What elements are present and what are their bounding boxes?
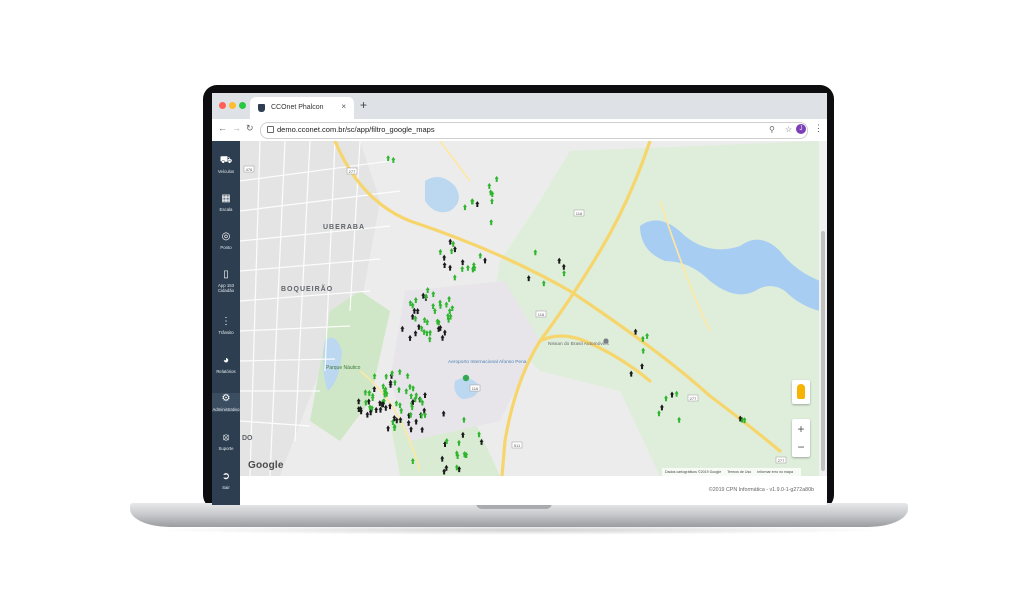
google-map[interactable]: 476 277 116 116 116 277 511 277 UBERABA … [240, 141, 820, 476]
terms-of-use-link[interactable]: Termos de Uso [727, 470, 751, 474]
lock-icon [267, 126, 274, 133]
close-window-button[interactable] [219, 102, 226, 109]
sidebar-item-administrativo[interactable]: ⚙ Administrativo [212, 393, 240, 412]
map-canvas[interactable]: 476 277 116 116 116 277 511 277 UBERABA … [240, 141, 820, 476]
calendar-icon: ▦ [221, 193, 231, 204]
sign-out-icon: ➲ [221, 471, 231, 482]
road-shield-label: 116 [538, 312, 545, 317]
sidebar-item-label: Trânsito [218, 330, 234, 335]
browser-menu-icon[interactable]: ⋮ [814, 123, 823, 134]
zoom-out-button[interactable]: − [792, 440, 810, 454]
sidebar-item-relatorios[interactable]: ◕ Relatórios [212, 355, 240, 374]
profile-avatar[interactable]: J [796, 124, 806, 134]
sidebar-item-label: Suporte [218, 446, 234, 451]
google-logo: Google [248, 460, 284, 471]
arrow-right-icon[interactable]: → [232, 123, 241, 133]
fingerprint-icon: ◎ [221, 231, 231, 242]
tab-title: CCOnet Phalcon [271, 104, 324, 111]
road-shield-label: 277 [690, 396, 697, 401]
page-scrollbar[interactable] [819, 141, 827, 476]
report-error-link[interactable]: Informar erro no mapa [757, 470, 793, 474]
pie-chart-icon: ◕ [222, 355, 230, 366]
road-shield-label: 277 [349, 169, 356, 174]
sidebar-item-transito[interactable]: ⋮ Trânsito [212, 316, 240, 335]
map-zoom-control: + − [792, 419, 810, 457]
gears-icon: ⚙ [221, 393, 231, 404]
street-view-pegman-icon[interactable] [792, 380, 810, 404]
favicon-icon [258, 104, 265, 112]
map-label-boqueirao: BOQUEIRÃO [281, 284, 333, 293]
sidebar: ⛟ Veículos ▦ Escala ◎ Ponto ▯ App 153 Ci… [212, 141, 240, 505]
road-shield-label: 511 [514, 443, 521, 448]
sidebar-item-label: Administrativo [212, 407, 240, 412]
map-label-do: DO [242, 435, 253, 442]
road-shield-label: 277 [778, 458, 785, 463]
address-bar[interactable]: demo.cconet.com.br/sc/app/filtro_google_… [260, 122, 808, 139]
scrollbar-thumb[interactable] [821, 231, 825, 471]
road-shield-label: 116 [472, 386, 479, 391]
browser-window: CCOnet Phalcon × + ← → ↻ demo.cconet.com… [212, 93, 827, 505]
smartphone-icon: ▯ [223, 269, 229, 280]
sidebar-item-sair[interactable]: ➲ Sair [212, 471, 240, 490]
traffic-light-icon: ⋮ [221, 316, 231, 327]
sidebar-item-label: Escala [219, 207, 233, 212]
reload-icon[interactable]: ↻ [246, 123, 254, 134]
tab-bar: CCOnet Phalcon × + [212, 93, 827, 119]
map-label-nissan: Nissan do Brasil Automóveis [548, 341, 609, 347]
footer-copyright: ©2019 CPN Informática - v1.9.0-1-g272a80… [708, 487, 814, 493]
road-shield-label: 116 [576, 211, 583, 216]
sidebar-item-label: Sair [222, 485, 230, 490]
sidebar-item-app153[interactable]: ▯ App 153 Cidadão [212, 269, 240, 293]
tab-close-icon[interactable]: × [341, 102, 346, 111]
new-tab-button[interactable]: + [360, 98, 367, 112]
arrow-left-icon[interactable]: ← [218, 123, 227, 133]
sidebar-item-label: Relatórios [216, 369, 236, 374]
sidebar-item-label: Veículos [217, 169, 235, 174]
bookmark-star-icon[interactable]: ☆ [785, 125, 792, 134]
car-icon: ⛟ [219, 155, 233, 166]
url-text[interactable]: demo.cconet.com.br/sc/app/filtro_google_… [277, 125, 435, 134]
map-label-airport: Aeroporto Internacional Afonso Pena [448, 359, 527, 365]
road-shield-label: 476 [246, 167, 253, 172]
sidebar-item-label: Ponto [220, 245, 232, 250]
maximize-window-button[interactable] [239, 102, 246, 109]
tab-cconet[interactable]: CCOnet Phalcon × [250, 97, 354, 119]
map-label-parque-nautico: Parque Náutico [326, 365, 361, 371]
page-footer: ©2019 CPN Informática - v1.9.0-1-g272a80… [240, 476, 827, 505]
zoom-in-button[interactable]: + [792, 422, 810, 436]
lifebuoy-icon: ⦻ [222, 432, 230, 443]
minimize-window-button[interactable] [229, 102, 236, 109]
sidebar-item-veiculos[interactable]: ⛟ Veículos [212, 155, 240, 174]
map-data-credit: Dados cartográficos ©2019 Google [665, 470, 722, 474]
airport-pin-icon[interactable] [462, 374, 470, 382]
sidebar-item-ponto[interactable]: ◎ Ponto [212, 231, 240, 250]
map-label-uberaba: UBERABA [323, 224, 365, 231]
sidebar-item-suporte[interactable]: ⦻ Suporte [212, 432, 240, 451]
browser-toolbar: ← → ↻ demo.cconet.com.br/sc/app/filtro_g… [212, 119, 827, 142]
zoom-magnifier-icon[interactable]: ⚲ [769, 125, 775, 134]
sidebar-item-label: App 153 Cidadão [217, 283, 234, 293]
place-pin-icon[interactable] [603, 338, 609, 344]
sidebar-item-escala[interactable]: ▦ Escala [212, 193, 240, 212]
